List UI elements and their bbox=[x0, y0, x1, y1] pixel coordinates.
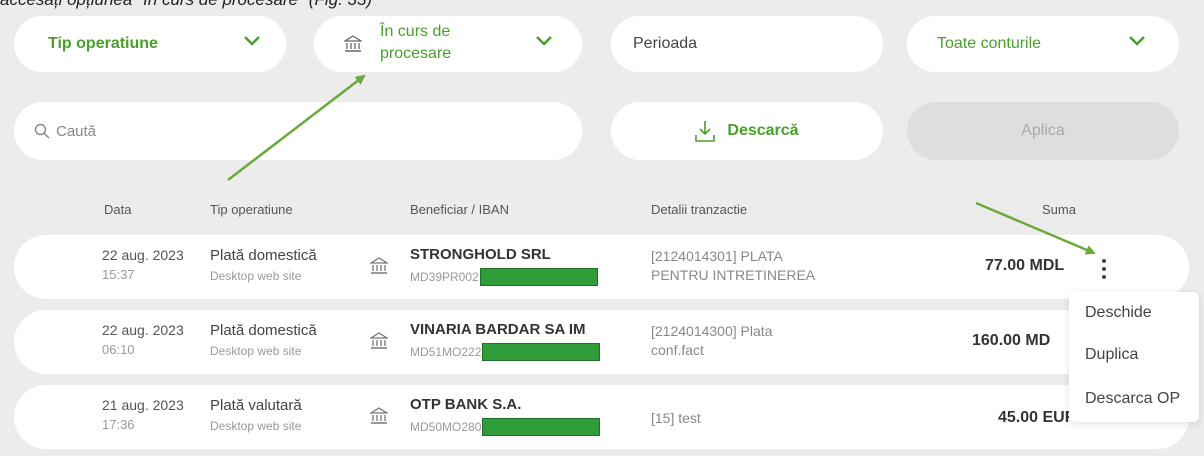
apply-label: Aplica bbox=[1021, 122, 1065, 139]
kebab-menu-icon[interactable] bbox=[1102, 259, 1106, 279]
row-date: 22 aug. 2023 bbox=[102, 247, 184, 263]
status-label-line2: procesare bbox=[380, 45, 452, 62]
amount-cell: 45.00 EUR bbox=[998, 409, 1077, 426]
status-filter-label: În curs de procesare bbox=[380, 21, 451, 65]
row-channel: Desktop web site bbox=[210, 419, 302, 433]
details-line2: PENTRU INTRETINEREA bbox=[651, 267, 816, 283]
caption-text: accesați opțiunea "În curs de procesare"… bbox=[0, 0, 372, 10]
details-line2: conf.fact bbox=[651, 342, 704, 358]
table-row[interactable]: 21 aug. 2023 17:36 Plată valutară Deskto… bbox=[14, 385, 1189, 449]
table-row[interactable]: 22 aug. 2023 06:10 Plată domestică Deskt… bbox=[14, 310, 1189, 374]
table-row[interactable]: 22 aug. 2023 15:37 Plată domestică Deskt… bbox=[14, 235, 1189, 299]
redaction-box bbox=[482, 418, 601, 436]
bank-icon bbox=[370, 407, 388, 424]
row-beneficiary: OTP BANK S.A. bbox=[410, 396, 522, 413]
search-input[interactable]: Caută bbox=[14, 102, 582, 160]
beneficiary-cell: OTP BANK S.A. MD50MO280 bbox=[410, 396, 601, 436]
row-type: Plată domestică bbox=[210, 322, 317, 339]
operation-type-filter[interactable]: Tip operatiune bbox=[14, 16, 286, 72]
bank-icon bbox=[370, 332, 388, 349]
date-cell: 21 aug. 2023 17:36 bbox=[102, 397, 184, 432]
details-line1: [2124014301] PLATA bbox=[651, 248, 783, 264]
row-channel: Desktop web site bbox=[210, 344, 302, 358]
amount-cell: 77.00 MDL bbox=[985, 257, 1065, 274]
menu-item-duplicate[interactable]: Duplica bbox=[1085, 346, 1138, 364]
status-filter[interactable]: În curs de procesare bbox=[314, 16, 582, 72]
download-icon bbox=[695, 121, 716, 142]
type-cell: Plată domestică Desktop web site bbox=[210, 322, 317, 358]
status-label-line1: În curs de bbox=[380, 23, 451, 40]
chevron-down-icon bbox=[536, 36, 552, 46]
redaction-box bbox=[482, 343, 601, 361]
iban-prefix: MD39PR002 bbox=[410, 270, 479, 284]
row-date: 21 aug. 2023 bbox=[102, 397, 184, 413]
accounts-label: Toate conturile bbox=[937, 35, 1042, 52]
date-cell: 22 aug. 2023 15:37 bbox=[102, 247, 184, 282]
type-cell: Plată domestică Desktop web site bbox=[210, 247, 317, 283]
row-time: 17:36 bbox=[102, 417, 135, 432]
bank-icon bbox=[370, 257, 388, 274]
row-beneficiary: VINARIA BARDAR SA IM bbox=[410, 321, 586, 338]
beneficiary-cell: VINARIA BARDAR SA IM MD51MO222 bbox=[410, 321, 601, 361]
row-type: Plată domestică bbox=[210, 247, 317, 264]
row-iban: MD50MO280 bbox=[410, 418, 601, 436]
column-header-beneficiary: Beneficiar / IBAN bbox=[410, 202, 509, 217]
row-beneficiary: STRONGHOLD SRL bbox=[410, 246, 551, 263]
row-time: 15:37 bbox=[102, 267, 135, 282]
period-filter[interactable]: Perioada bbox=[611, 16, 883, 72]
details-cell: [2124014300] Plata conf.fact bbox=[651, 322, 851, 360]
column-header-amount: Suma bbox=[1042, 202, 1076, 217]
column-header-type: Tip operatiune bbox=[210, 202, 293, 217]
row-time: 06:10 bbox=[102, 342, 135, 357]
menu-item-download-op[interactable]: Descarca OP bbox=[1085, 390, 1180, 408]
accounts-filter[interactable]: Toate conturile bbox=[907, 16, 1179, 72]
search-icon bbox=[34, 123, 50, 139]
row-type: Plată valutară bbox=[210, 397, 302, 414]
details-line1: [15] test bbox=[651, 410, 701, 426]
row-iban: MD51MO222 bbox=[410, 343, 601, 361]
row-context-menu: Deschide Duplica Descarca OP bbox=[1069, 292, 1199, 422]
column-header-date: Data bbox=[104, 202, 132, 217]
column-header-details: Detalii tranzactie bbox=[651, 202, 748, 217]
date-cell: 22 aug. 2023 06:10 bbox=[102, 322, 184, 357]
iban-prefix: MD50MO280 bbox=[410, 420, 482, 434]
apply-button[interactable]: Aplica bbox=[907, 102, 1179, 160]
row-channel: Desktop web site bbox=[210, 269, 302, 283]
chevron-down-icon bbox=[1129, 36, 1145, 46]
bank-icon bbox=[344, 35, 362, 52]
download-button[interactable]: Descarcă bbox=[611, 102, 883, 160]
type-cell: Plată valutară Desktop web site bbox=[210, 397, 302, 433]
chevron-down-icon bbox=[244, 36, 260, 46]
redaction-box bbox=[479, 268, 598, 286]
details-cell: [15] test bbox=[651, 409, 851, 428]
amount-cell: 160.00 MD bbox=[972, 332, 1051, 349]
search-placeholder: Caută bbox=[56, 122, 97, 140]
details-line1: [2124014300] Plata bbox=[651, 323, 773, 339]
download-label: Descarcă bbox=[727, 122, 799, 139]
iban-prefix: MD51MO222 bbox=[410, 345, 482, 359]
operation-type-label: Tip operatiune bbox=[48, 35, 158, 52]
menu-item-open[interactable]: Deschide bbox=[1085, 304, 1152, 322]
row-date: 22 aug. 2023 bbox=[102, 322, 184, 338]
row-iban: MD39PR002 bbox=[410, 268, 598, 286]
beneficiary-cell: STRONGHOLD SRL MD39PR002 bbox=[410, 246, 598, 286]
period-label: Perioada bbox=[633, 35, 698, 52]
details-cell: [2124014301] PLATA PENTRU INTRETINEREA bbox=[651, 247, 851, 285]
